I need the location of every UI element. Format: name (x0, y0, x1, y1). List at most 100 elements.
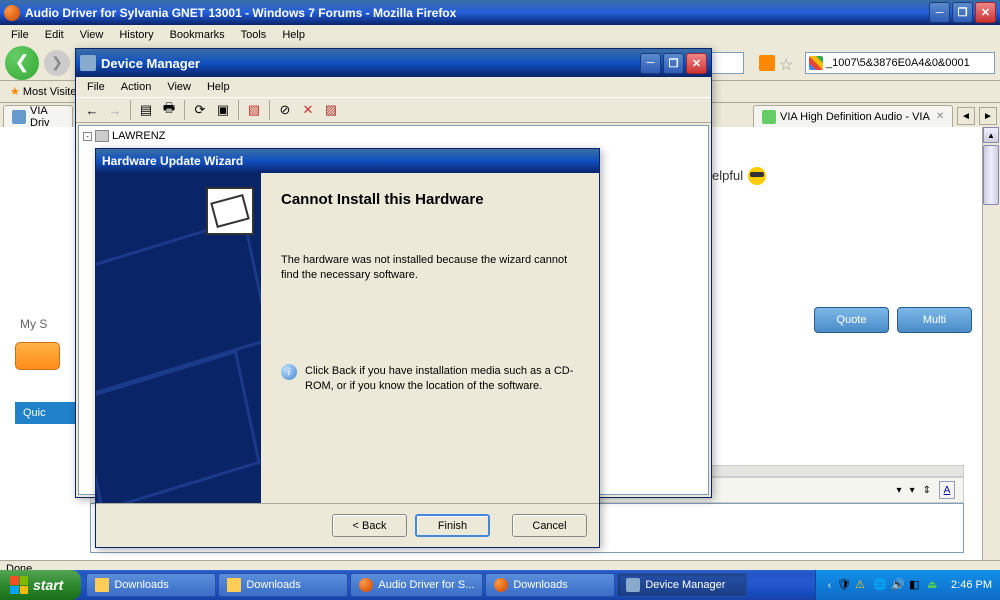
tray-shield-icon[interactable]: 🛡 (837, 578, 851, 592)
bookmark-most-visited[interactable]: ★ Most Visite (5, 84, 81, 99)
wizard-info-text: Click Back if you have installation medi… (305, 364, 579, 395)
quote-button[interactable]: Quote (814, 307, 889, 333)
menu-view[interactable]: View (72, 27, 112, 43)
vertical-scrollbar[interactable]: ▲ (982, 127, 1000, 560)
tool-update-icon[interactable]: ▣ (212, 99, 234, 121)
reply-button[interactable] (15, 342, 60, 370)
tool-legacy-icon[interactable]: ▨ (320, 99, 342, 121)
menu-view[interactable]: View (159, 79, 199, 95)
rss-icon[interactable] (759, 55, 775, 71)
taskbar-firefox-audio[interactable]: Audio Driver for S... (350, 573, 483, 597)
taskbar-firefox-downloads[interactable]: Downloads (485, 573, 615, 597)
tool-enable-icon[interactable]: ✕ (297, 99, 319, 121)
menu-history[interactable]: History (111, 27, 161, 43)
tool-print-icon[interactable]: 🖶 (158, 99, 180, 121)
close-button[interactable]: ✕ (686, 53, 707, 74)
tray-expand-icon[interactable]: ‹ (828, 580, 831, 591)
menu-action[interactable]: Action (113, 79, 160, 95)
quick-bar: Quic (15, 402, 75, 424)
menu-file[interactable]: File (3, 27, 37, 43)
firefox-titlebar[interactable]: Audio Driver for Sylvania GNET 13001 - W… (0, 0, 1000, 25)
firefox-menubar: File Edit View History Bookmarks Tools H… (0, 25, 1000, 45)
tool-disable-icon[interactable]: ⊘ (274, 99, 296, 121)
computer-icon (95, 130, 109, 142)
info-icon: i (281, 364, 297, 380)
finish-button[interactable]: Finish (415, 514, 490, 537)
devmgr-icon (80, 55, 96, 71)
maximize-button[interactable]: ❐ (663, 53, 684, 74)
minimize-button[interactable]: ─ (929, 2, 950, 23)
tab-icon (762, 110, 776, 124)
tab-prev[interactable]: ◄ (957, 107, 975, 125)
taskbar-items: Downloads Downloads Audio Driver for S..… (81, 572, 814, 598)
tab-via-audio[interactable]: VIA High Definition Audio - VIA VT33... … (753, 105, 953, 127)
font-color-button[interactable]: A (939, 481, 955, 499)
maximize-button[interactable]: ❐ (952, 2, 973, 23)
menu-help[interactable]: Help (199, 79, 238, 95)
tray-app-icon[interactable]: ◧ (909, 578, 923, 592)
taskbar-device-manager[interactable]: Device Manager (617, 573, 747, 597)
editor-dropdown[interactable]: ▾ (897, 485, 902, 496)
bookmark-star-icon: ★ (10, 85, 20, 98)
hardware-icon (206, 187, 254, 235)
devmgr-titlebar[interactable]: Device Manager ─ ❐ ✕ (76, 49, 711, 77)
hardware-wizard-dialog: Hardware Update Wizard Cannot Install th… (95, 148, 600, 548)
close-button[interactable]: ✕ (975, 2, 996, 23)
menu-edit[interactable]: Edit (37, 27, 72, 43)
start-button[interactable]: start (0, 570, 81, 600)
folder-icon (227, 578, 241, 592)
back-button[interactable]: < Back (332, 514, 407, 537)
scroll-thumb[interactable] (983, 145, 999, 205)
system-tray: ‹ 🛡 ⚠ 🌐 🔊 ◧ ⏏ 2:46 PM (815, 570, 1000, 600)
tree-collapse-icon[interactable]: - (83, 132, 92, 141)
star-icon[interactable]: ☆ (779, 55, 795, 71)
tray-volume-icon[interactable]: 🔊 (891, 578, 905, 592)
scroll-up-icon[interactable]: ▲ (983, 127, 999, 143)
helpful-text: elpful (712, 168, 743, 183)
wizard-buttons: < Back Finish Cancel (96, 503, 599, 547)
tool-uninstall-icon[interactable]: ▧ (243, 99, 265, 121)
tab-next[interactable]: ► (979, 107, 997, 125)
firefox-title: Audio Driver for Sylvania GNET 13001 - W… (25, 6, 929, 20)
windows-logo-icon (10, 576, 28, 594)
tab-icon (12, 110, 26, 124)
forward-button[interactable]: ❯ (44, 50, 70, 76)
firefox-icon (4, 5, 20, 21)
search-box[interactable]: _1007\5&3876E0A4&0&0001 (805, 52, 995, 74)
devmgr-toolbar: ← → ▤ 🖶 ⟳ ▣ ▧ ⊘ ✕ ▨ (76, 97, 711, 123)
tree-root-node[interactable]: - LAWRENZ (82, 129, 705, 143)
menu-file[interactable]: File (79, 79, 113, 95)
devmgr-menubar: File Action View Help (76, 77, 711, 97)
devmgr-icon (626, 578, 640, 592)
multi-button[interactable]: Multi (897, 307, 972, 333)
tray-safely-remove-icon[interactable]: ⏏ (927, 578, 941, 592)
tool-forward-icon[interactable]: → (104, 99, 126, 121)
editor-size[interactable]: ▾ (910, 485, 915, 496)
sunglasses-emoji-icon (748, 167, 766, 185)
tray-alert-icon[interactable]: ⚠ (855, 578, 869, 592)
menu-tools[interactable]: Tools (233, 27, 275, 43)
wizard-message: The hardware was not installed because t… (281, 253, 579, 284)
tool-properties-icon[interactable]: ▤ (135, 99, 157, 121)
google-icon (809, 56, 823, 70)
menu-bookmarks[interactable]: Bookmarks (162, 27, 233, 43)
taskbar: start Downloads Downloads Audio Driver f… (0, 570, 1000, 600)
tool-back-icon[interactable]: ← (81, 99, 103, 121)
wizard-content: Cannot Install this Hardware The hardwar… (261, 173, 599, 503)
taskbar-downloads-2[interactable]: Downloads (218, 573, 348, 597)
mys-label: My S (20, 317, 47, 331)
tab-via-driver[interactable]: VIA Driv (3, 105, 73, 127)
taskbar-downloads-1[interactable]: Downloads (86, 573, 216, 597)
wizard-titlebar[interactable]: Hardware Update Wizard (96, 149, 599, 173)
minimize-button[interactable]: ─ (640, 53, 661, 74)
menu-help[interactable]: Help (274, 27, 313, 43)
back-button[interactable]: ❮ (5, 46, 39, 80)
devmgr-title: Device Manager (101, 56, 640, 71)
search-text: _1007\5&3876E0A4&0&0001 (826, 57, 970, 69)
clock[interactable]: 2:46 PM (951, 579, 992, 591)
tray-network-icon[interactable]: 🌐 (873, 578, 887, 592)
tab-close-icon[interactable]: ✕ (936, 111, 948, 123)
editor-expand-icon[interactable]: ⇕ (923, 485, 931, 496)
cancel-button[interactable]: Cancel (512, 514, 587, 537)
tool-scan-icon[interactable]: ⟳ (189, 99, 211, 121)
